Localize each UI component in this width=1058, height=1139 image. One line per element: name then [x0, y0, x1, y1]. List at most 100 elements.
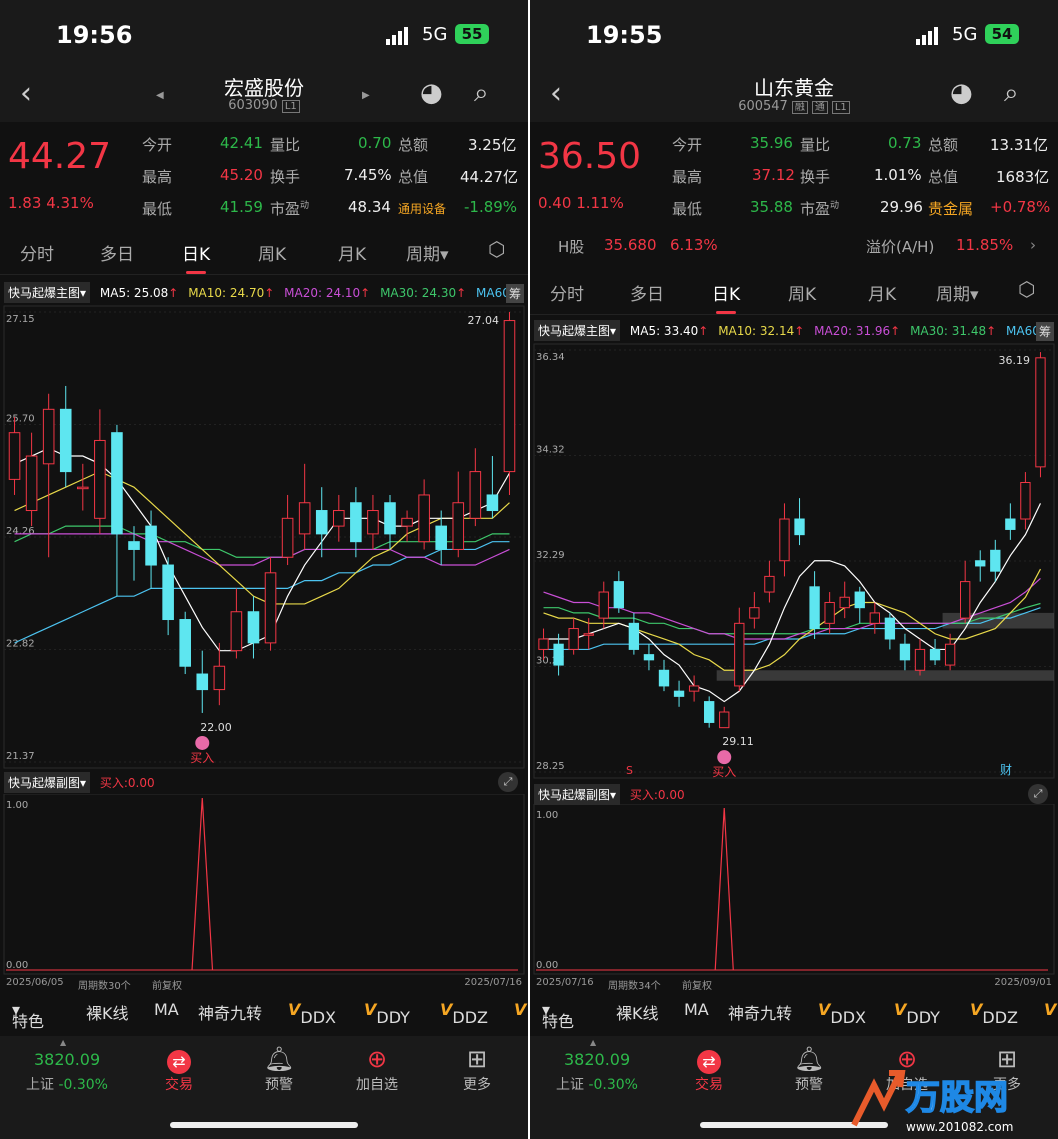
- indicator-ddy[interactable]: V DDY: [894, 1000, 940, 1027]
- candlestick-chart[interactable]: 36.3434.3232.2930.2728.2536.1929.11买入S 财: [530, 342, 1058, 780]
- ma5-value: MA5: 25.08: [99, 286, 169, 300]
- candle-down: [899, 643, 911, 661]
- h-share-percent: 6.13%: [670, 236, 718, 254]
- indicator-naked-k[interactable]: 裸K线: [86, 1000, 129, 1024]
- tab-weekly-k[interactable]: 周K: [788, 280, 816, 305]
- stock-tag: 通: [811, 101, 828, 114]
- indicator-ma[interactable]: MA: [154, 1000, 179, 1019]
- ddx-label: DDX: [830, 1008, 866, 1027]
- candlestick-chart[interactable]: 27.1525.7024.2622.8221.3727.0422.00买入: [0, 304, 528, 770]
- expand-icon[interactable]: ⤢: [498, 772, 518, 792]
- v-icon: V: [288, 1000, 301, 1019]
- settings-hex-icon[interactable]: ⬡: [488, 237, 505, 261]
- indicator-ma[interactable]: MA: [684, 1000, 709, 1019]
- nav-add-label: 加自选: [356, 1077, 398, 1093]
- quote-panel: 36.50 0.40 1.11% 今开 35.96 最高 37.12 最低 35…: [530, 122, 1058, 230]
- settings-hex-icon[interactable]: ⬡: [1018, 277, 1035, 301]
- bell-icon: 🔔︎: [793, 1045, 825, 1073]
- search-icon[interactable]: ⌕: [1004, 78, 1019, 109]
- nav-more-label: 更多: [463, 1077, 491, 1093]
- nav-more[interactable]: ⊞ 更多: [442, 1044, 512, 1094]
- sub-signal-value: 买入:0.00: [99, 776, 155, 790]
- indicator-ddy[interactable]: V DDY: [364, 1000, 410, 1027]
- search-icon[interactable]: ⌕: [474, 78, 489, 109]
- candle-up: [8, 432, 21, 480]
- chevron-down-icon: ▾: [970, 285, 979, 305]
- sub-chart-frame: [3, 794, 525, 975]
- tab-multiday[interactable]: 多日: [100, 240, 134, 265]
- indicator-magic-nine[interactable]: 神奇九转: [728, 1000, 792, 1024]
- pe-value: 48.34: [348, 198, 391, 216]
- sub-chart-frame: [533, 804, 1055, 975]
- tab-multiday[interactable]: 多日: [630, 280, 664, 305]
- sector-name[interactable]: 贵金属: [928, 198, 973, 219]
- index-change: -0.30%: [58, 1077, 108, 1093]
- nav-alert[interactable]: 🔔︎ 预警: [774, 1044, 844, 1094]
- indicator-ddx[interactable]: V DDX: [818, 1000, 866, 1027]
- tab-daily-k[interactable]: 日K: [182, 240, 210, 274]
- feature-select[interactable]: 特色 ▾: [12, 1000, 44, 1031]
- nav-add-watchlist[interactable]: ⊕ 加自选: [342, 1044, 412, 1094]
- signal-icon: [386, 26, 410, 45]
- robot-assistant-icon[interactable]: ◕: [420, 78, 443, 108]
- pe-label: 市盈动: [800, 198, 839, 219]
- ma30-value: MA30: 31.48: [910, 324, 987, 338]
- index-value[interactable]: 3820.09: [564, 1050, 630, 1069]
- sub-indicator-label: 快马起爆副图: [8, 776, 81, 790]
- tab-period[interactable]: 周期▾: [406, 240, 449, 265]
- candle-up: [264, 572, 277, 644]
- candle-up: [298, 502, 311, 535]
- candle-up: [869, 612, 880, 624]
- candle-up: [469, 471, 482, 519]
- tab-daily-k[interactable]: 日K: [712, 280, 740, 314]
- candle-down: [350, 502, 362, 543]
- tab-period[interactable]: 周期▾: [936, 280, 979, 305]
- sector-name[interactable]: 通用设备: [398, 200, 446, 217]
- date-start: 2025/06/05: [6, 977, 64, 988]
- market-cap-value: 44.27亿: [460, 168, 518, 186]
- expand-icon[interactable]: ⤢: [1028, 784, 1048, 804]
- h-share-row[interactable]: H股 35.680 6.13% 溢价(A/H) 11.85% ›: [530, 236, 1058, 266]
- stock-tag: 融: [791, 101, 808, 114]
- candle-down: [247, 611, 260, 644]
- indicator-magic-nine[interactable]: 神奇九转: [198, 1000, 262, 1024]
- chip-distribution-button[interactable]: 筹: [1035, 322, 1054, 341]
- chip-distribution-button[interactable]: 筹: [505, 284, 524, 303]
- trade-icon: ⇄: [167, 1050, 191, 1074]
- main-indicator-select[interactable]: 快马起爆主图▾: [534, 320, 621, 341]
- index-value[interactable]: 3820.09: [34, 1050, 100, 1069]
- candle-down: [384, 502, 396, 535]
- v-icon: V: [818, 1000, 831, 1019]
- candle-up: [598, 591, 609, 619]
- indicator-ddz[interactable]: V DDZ: [970, 1000, 1018, 1027]
- candle-down: [111, 432, 123, 535]
- candle-up: [779, 518, 790, 562]
- stock-code: 600547: [738, 99, 788, 114]
- premium-label: 溢价(A/H): [866, 238, 935, 256]
- nav-trade[interactable]: ⇄ 交易: [674, 1044, 744, 1094]
- tab-monthly-k[interactable]: 月K: [338, 240, 366, 265]
- candle-down: [145, 525, 157, 566]
- indicator-ddz[interactable]: V DDZ: [440, 1000, 488, 1027]
- v-icon: V: [514, 1000, 527, 1019]
- caret-up-icon: ▲: [60, 1038, 67, 1047]
- sub-indicator-chart[interactable]: 1.00 0.00: [0, 794, 528, 976]
- adjust-mode[interactable]: 前复权: [152, 977, 182, 992]
- nav-trade[interactable]: ⇄ 交易: [144, 1044, 214, 1094]
- sub-indicator-select[interactable]: 快马起爆副图▾: [534, 784, 621, 805]
- feature-select[interactable]: 特色 ▾: [542, 1000, 574, 1031]
- tab-monthly-k[interactable]: 月K: [868, 280, 896, 305]
- tab-timeshare[interactable]: 分时: [20, 240, 54, 265]
- indicator-naked-k[interactable]: 裸K线: [616, 1000, 659, 1024]
- sub-indicator-chart[interactable]: 1.00 0.00: [530, 804, 1058, 976]
- tab-timeshare[interactable]: 分时: [550, 280, 584, 305]
- robot-assistant-icon[interactable]: ◕: [950, 78, 973, 108]
- adjust-mode[interactable]: 前复权: [682, 977, 712, 992]
- nav-alert[interactable]: 🔔︎ 预警: [244, 1044, 314, 1094]
- quote-panel: 44.27 1.83 4.31% 今开 42.41 最高 45.20 最低 41…: [0, 122, 528, 230]
- candle-up: [25, 455, 38, 512]
- tab-weekly-k[interactable]: 周K: [258, 240, 286, 265]
- indicator-ddx[interactable]: V DDX: [288, 1000, 336, 1027]
- sub-indicator-select[interactable]: 快马起爆副图▾: [4, 772, 91, 793]
- main-indicator-select[interactable]: 快马起爆主图▾: [4, 282, 91, 303]
